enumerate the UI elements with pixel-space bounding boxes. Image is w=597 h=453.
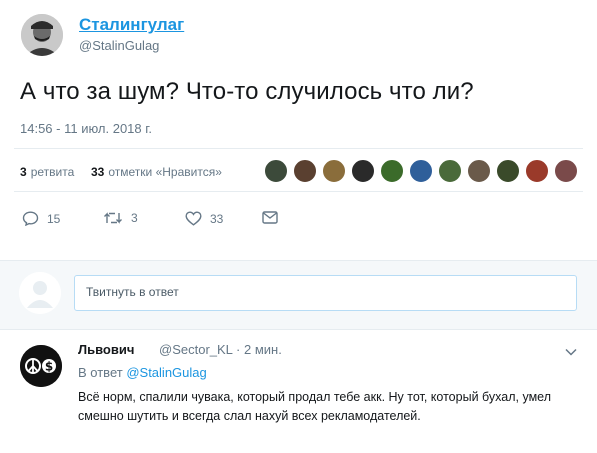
dm-action[interactable] [262, 211, 286, 224]
liker-avatar[interactable] [525, 159, 549, 183]
liker-avatar[interactable] [409, 159, 433, 183]
likers-avatars[interactable] [264, 159, 583, 185]
in-reply-to: В ответ @StalinGulag [78, 365, 207, 380]
divider [14, 191, 583, 192]
liker-avatar[interactable] [322, 159, 346, 183]
retweet-icon [104, 212, 122, 224]
liker-avatar[interactable] [293, 159, 317, 183]
liker-avatar[interactable] [264, 159, 288, 183]
liker-avatar[interactable] [554, 159, 578, 183]
more-options-button[interactable] [565, 343, 577, 361]
chevron-down-icon [565, 348, 577, 356]
current-user-avatar [19, 272, 61, 314]
in-reply-prefix: В ответ [78, 365, 123, 380]
reply-author-handle[interactable]: @Sector_KL [159, 342, 232, 357]
peace-dollar-icon: $ [20, 345, 62, 387]
in-reply-handle-link[interactable]: @StalinGulag [126, 365, 206, 380]
reply-icon [22, 211, 39, 226]
tweet-timestamp[interactable]: 14:56 - 11 июл. 2018 г. [20, 121, 152, 136]
reply-input[interactable]: Твитнуть в ответ [74, 275, 577, 311]
liker-avatar[interactable] [380, 159, 404, 183]
replies-count: 15 [47, 211, 61, 226]
liker-avatar[interactable] [496, 159, 520, 183]
default-egg-icon [19, 272, 61, 314]
tweet-text: А что за шум? Что-то случилось что ли? [20, 78, 474, 105]
retweets-stat[interactable]: 3 ретвита [20, 165, 74, 179]
retweets-count: 3 [20, 165, 27, 179]
liker-avatar[interactable] [467, 159, 491, 183]
liker-avatar[interactable] [351, 159, 375, 183]
likes-action-count: 33 [210, 211, 224, 226]
author-name[interactable]: Сталингулаг [79, 15, 184, 35]
envelope-icon [262, 211, 278, 224]
liker-avatar[interactable] [438, 159, 462, 183]
likes-stat[interactable]: 33 отметки «Нравится» [91, 165, 222, 179]
svg-text:$: $ [45, 360, 53, 374]
heart-icon [185, 211, 202, 226]
reply-action[interactable]: 15 [22, 211, 60, 226]
reply-author-avatar[interactable]: $ [20, 345, 62, 387]
reply-meta: @Sector_KL · 2 мин. [159, 342, 282, 357]
author-handle[interactable]: @StalinGulag [79, 38, 159, 53]
likes-count: 33 [91, 165, 105, 179]
reply-author-name[interactable]: Львович [78, 342, 134, 357]
author-avatar[interactable] [21, 14, 63, 56]
portrait-icon [21, 14, 63, 56]
likes-label: отметки «Нравится» [108, 165, 222, 179]
retweets-label: ретвита [30, 165, 75, 179]
reply-text: Всё норм, спалили чувака, который продал… [78, 390, 551, 423]
like-action[interactable]: 33 [185, 211, 223, 226]
reply-time[interactable]: · 2 мин. [236, 342, 282, 357]
retweets-action-count: 3 [131, 211, 138, 225]
retweet-action[interactable]: 3 [103, 211, 138, 225]
divider [14, 148, 583, 149]
